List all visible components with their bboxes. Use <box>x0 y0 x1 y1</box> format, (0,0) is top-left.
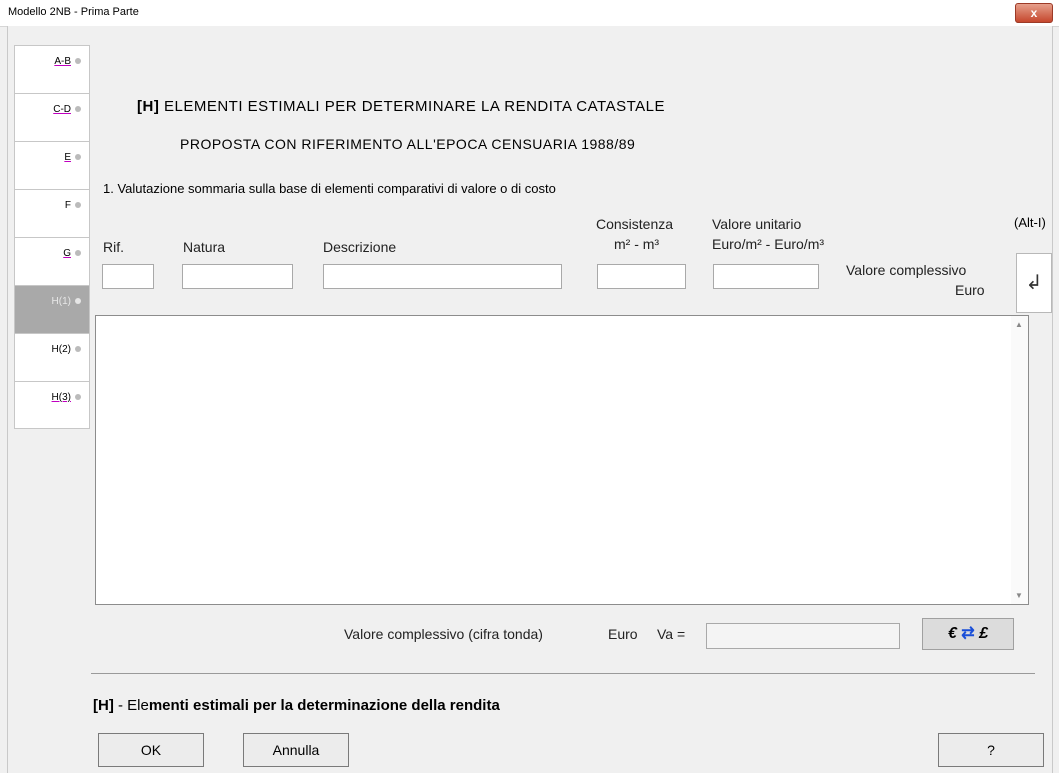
title-bar: Modello 2NB - Prima Parte x <box>0 0 1059 27</box>
tab-label: G <box>63 248 71 259</box>
close-button[interactable]: x <box>1015 3 1053 23</box>
column-valore-unitario: Valore unitario <box>712 216 802 232</box>
summary-currency: Euro <box>608 626 638 642</box>
summary-label: Valore complessivo (cifra tonda) <box>344 626 543 642</box>
column-valore-complessivo: Valore complessivo <box>846 262 967 278</box>
column-descrizione: Descrizione <box>323 239 397 255</box>
page-subtitle: PROPOSTA CON RIFERIMENTO ALL'EPOCA CENSU… <box>180 136 636 152</box>
divider <box>91 673 1035 674</box>
tab-status-dot-icon <box>75 394 81 400</box>
tab-c-d[interactable]: C-D <box>14 93 90 141</box>
euro-symbol: € <box>947 625 957 642</box>
column-natura: Natura <box>183 239 226 255</box>
tab-status-dot-icon <box>75 154 81 160</box>
tab-e[interactable]: E <box>14 141 90 189</box>
ok-button[interactable]: OK <box>98 733 204 767</box>
scroll-up-icon[interactable]: ▲ <box>1015 320 1023 329</box>
tab-status-dot-icon <box>75 58 81 64</box>
va-label: Va = <box>657 626 686 642</box>
natura-input[interactable] <box>182 264 293 289</box>
pound-symbol: £ <box>979 625 989 642</box>
tab-status-dot-icon <box>75 298 81 304</box>
tab-label: C-D <box>53 104 71 115</box>
bottom-dash: - Ele <box>118 697 149 714</box>
tab-label: A-B <box>54 56 71 67</box>
rif-input[interactable] <box>102 264 154 289</box>
valore-unitario-input[interactable] <box>713 264 819 289</box>
bottom-tag: [H] <box>93 697 114 714</box>
section-label: 1. Valutazione sommaria sulla base di el… <box>103 181 556 196</box>
page-title-text: ELEMENTI ESTIMALI PER DETERMINARE LA REN… <box>164 98 665 115</box>
convert-arrows-icon: ⇄ <box>961 625 975 642</box>
entries-list[interactable]: ▲ ▼ <box>95 315 1029 605</box>
return-arrow-icon: ↲ <box>1025 272 1043 294</box>
column-consistenza-unit: m² - m³ <box>614 236 660 252</box>
column-rif: Rif. <box>103 239 124 255</box>
descrizione-input[interactable] <box>323 264 562 289</box>
section-tag: [H] <box>137 98 160 115</box>
side-tab-bar: A-B C-D E F G H(1) H(2) H(3) <box>14 45 90 429</box>
insert-row-button[interactable]: ↲ <box>1016 253 1052 313</box>
tab-h2[interactable]: H(2) <box>14 333 90 381</box>
alt-shortcut-label: (Alt-I) <box>1014 215 1046 230</box>
va-input[interactable] <box>706 623 900 649</box>
close-icon: x <box>1030 6 1038 20</box>
tab-status-dot-icon <box>75 346 81 352</box>
currency-convert-button[interactable]: € ⇄ £ <box>922 618 1014 650</box>
tab-h3[interactable]: H(3) <box>14 381 90 429</box>
tab-status-dot-icon <box>75 202 81 208</box>
vertical-scrollbar[interactable]: ▲ ▼ <box>1011 316 1028 604</box>
column-valore-unitario-unit: Euro/m² - Euro/m³ <box>712 236 825 252</box>
tab-label: H(1) <box>51 296 71 307</box>
tab-a-b[interactable]: A-B <box>14 45 90 93</box>
bottom-title-text: menti estimali per la determinazione del… <box>148 697 500 714</box>
tab-status-dot-icon <box>75 106 81 112</box>
page-title: [H] ELEMENTI ESTIMALI PER DETERMINARE LA… <box>137 98 665 115</box>
consistenza-input[interactable] <box>597 264 686 289</box>
scroll-down-icon[interactable]: ▼ <box>1015 591 1023 600</box>
tab-label: F <box>64 200 71 211</box>
tab-f[interactable]: F <box>14 189 90 237</box>
tab-label: E <box>64 152 71 163</box>
tab-label: H(2) <box>51 344 71 355</box>
window-title: Modello 2NB - Prima Parte <box>8 6 139 18</box>
bottom-description: [H] - Elementi estimali per la determina… <box>93 697 500 714</box>
entry-panel <box>95 208 1030 314</box>
cancel-button[interactable]: Annulla <box>243 733 349 767</box>
help-button[interactable]: ? <box>938 733 1044 767</box>
column-consistenza: Consistenza <box>596 216 674 232</box>
tab-status-dot-icon <box>75 250 81 256</box>
tab-h1[interactable]: H(1) <box>14 285 90 333</box>
tab-g[interactable]: G <box>14 237 90 285</box>
column-valore-complessivo-unit: Euro <box>955 282 985 298</box>
tab-label: H(3) <box>51 392 71 403</box>
